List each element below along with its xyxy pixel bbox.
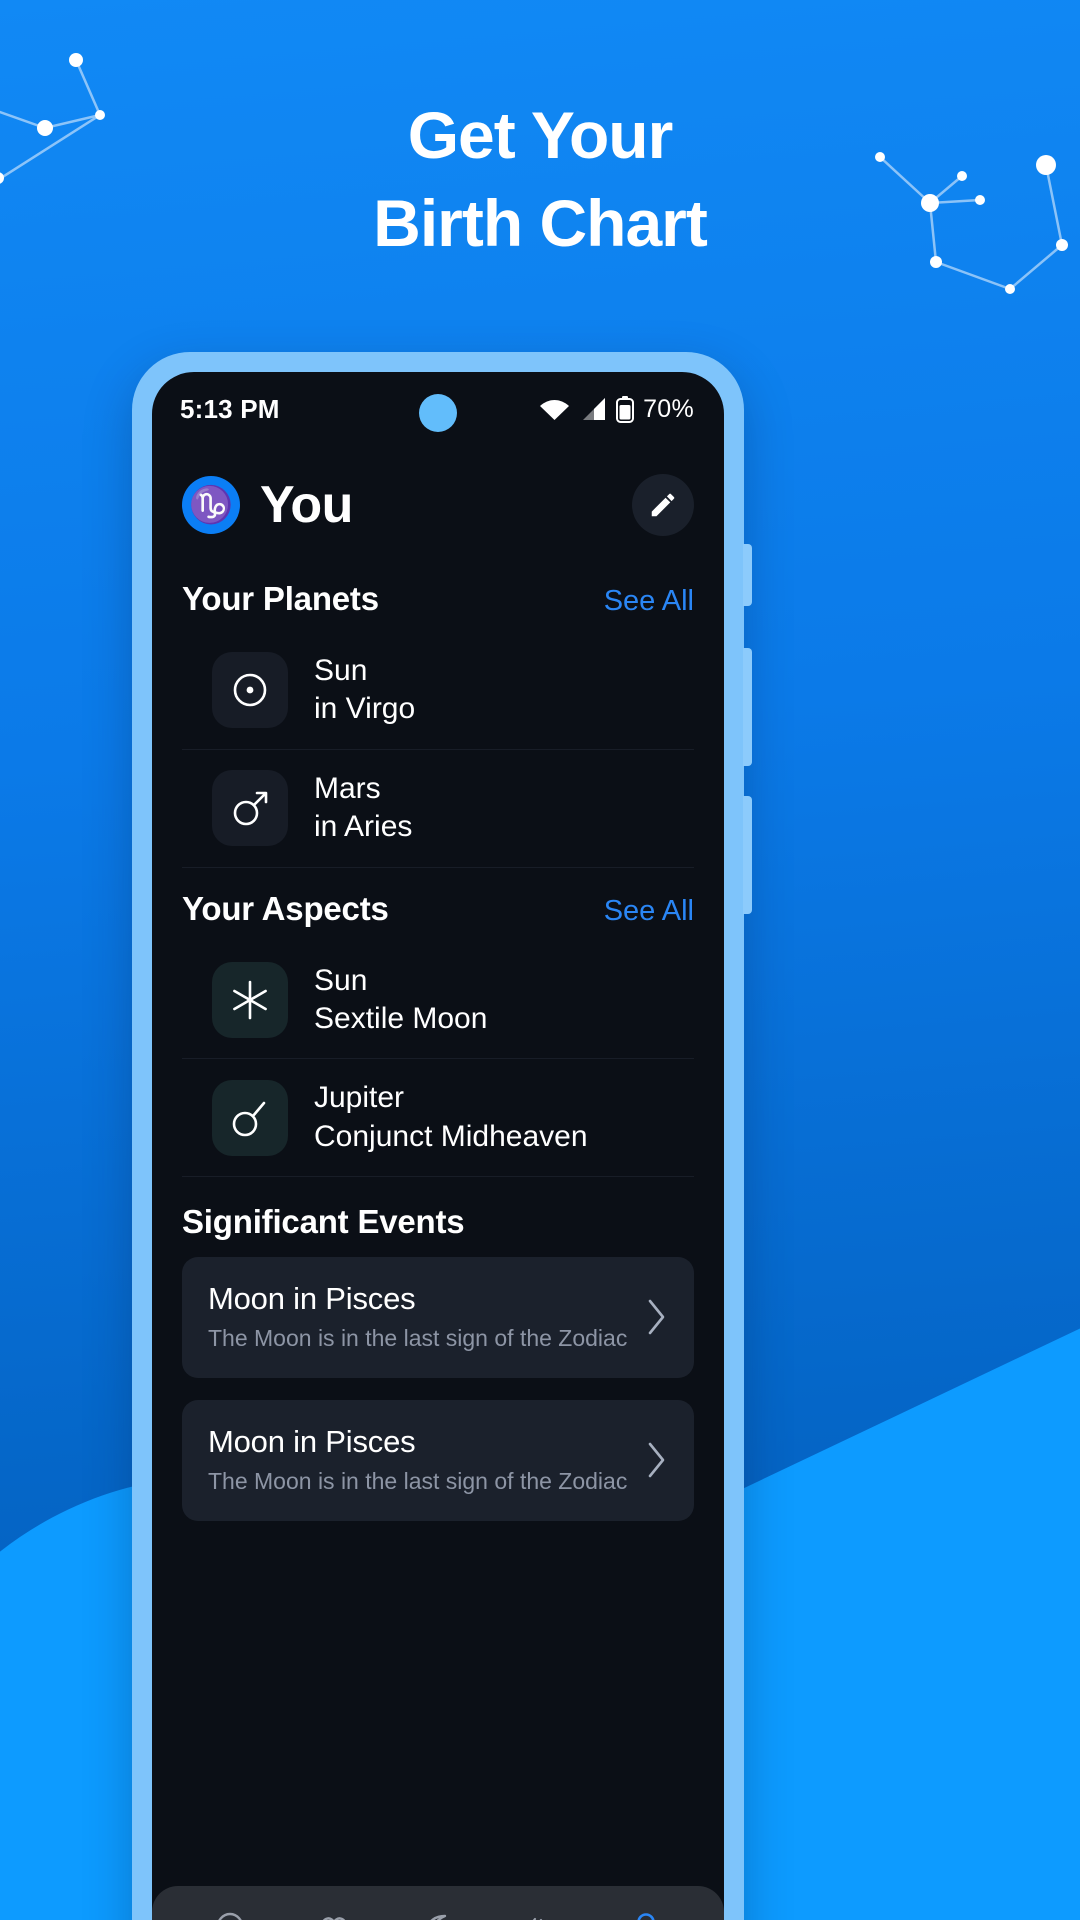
aspects-section-title: Your Aspects [182, 889, 389, 927]
status-bar-time: 5:13 PM [180, 393, 280, 424]
edit-profile-button[interactable] [632, 474, 694, 536]
mars-icon [233, 791, 268, 826]
heart-icon [322, 1917, 346, 1920]
wifi-icon [540, 400, 570, 420]
planet-row-text: Sun in Virgo [314, 652, 415, 729]
planet-sign: in Aries [314, 810, 413, 844]
event-card-texts: Moon in Pisces The Moon is in the last s… [208, 1424, 632, 1495]
planets-section-title: Your Planets [182, 580, 379, 617]
status-bar: 5:13 PM 70% [152, 372, 724, 446]
events-section-title: Significant Events [182, 1203, 465, 1241]
chevron-right-icon [648, 1299, 665, 1334]
battery-icon [616, 395, 635, 423]
phone-mockup: 5:13 PM 70% ♑ You Your Planets See All S… [132, 352, 752, 1920]
conjunct-icon [232, 1101, 266, 1137]
planet-icon-tile [212, 652, 288, 729]
person-icon [637, 1913, 655, 1920]
aspect-row[interactable]: Jupiter Conjunct Midheaven [182, 1059, 694, 1178]
aspect-row-text: Sun Sextile Moon [314, 962, 487, 1039]
aspect-row[interactable]: Sun Sextile Moon [182, 942, 694, 1060]
planet-icon-tile [212, 770, 288, 847]
event-subtitle: The Moon is in the last sign of the Zodi… [208, 1325, 628, 1352]
fingerprint-icon [532, 1917, 548, 1920]
planet-sign: in Virgo [314, 692, 416, 726]
battery-percentage: 70% [643, 394, 694, 423]
pencil-icon [651, 493, 675, 517]
app-content: ♑ You Your Planets See All Sun in Virgo … [152, 446, 724, 1920]
profile-header: ♑ You [152, 446, 724, 558]
event-card[interactable]: Moon in Pisces The Moon is in the last s… [182, 1400, 694, 1522]
sun-circle-icon [218, 1912, 242, 1920]
nav-item-compatibility[interactable] [282, 1908, 386, 1920]
cellular-signal-icon [583, 398, 606, 420]
phone-side-button-volume[interactable] [743, 648, 752, 766]
aspect-planet: Jupiter [314, 1081, 405, 1115]
phone-side-button-power[interactable] [743, 796, 752, 914]
planet-row[interactable]: Mars in Aries [182, 750, 694, 868]
planet-row-text: Mars in Aries [314, 770, 412, 847]
event-subtitle: The Moon is in the last sign of the Zodi… [208, 1468, 628, 1495]
status-bar-icons: 70% [539, 395, 694, 424]
event-title: Moon in Pisces [208, 1281, 416, 1317]
aspects-section-header: Your Aspects See All [152, 868, 724, 942]
phone-side-button-mute[interactable] [743, 544, 752, 606]
aspect-icon-tile [212, 1079, 288, 1156]
front-camera-punch-hole [419, 394, 457, 432]
capricorn-icon: ♑ [188, 484, 234, 525]
planet-row[interactable]: Sun in Virgo [182, 632, 694, 750]
aspect-icon-tile [212, 961, 288, 1038]
planets-see-all-link[interactable]: See All [604, 585, 694, 618]
page-title: You [260, 476, 353, 534]
planet-name: Sun [314, 654, 368, 687]
event-title: Moon in Pisces [208, 1424, 416, 1460]
nav-item-moon[interactable] [386, 1908, 490, 1920]
aspect-planet: Sun [314, 963, 368, 997]
nav-item-profile[interactable] [594, 1908, 698, 1920]
event-card-texts: Moon in Pisces The Moon is in the last s… [208, 1281, 632, 1352]
aspect-description: Conjunct Midheaven [314, 1119, 588, 1153]
planet-name: Mars [314, 771, 381, 805]
planets-section-header: Your Planets See All [152, 558, 724, 632]
sun-icon [233, 674, 267, 707]
nav-item-fingerprint[interactable] [490, 1908, 594, 1920]
bottom-navigation-bar [152, 1886, 724, 1920]
headline-line-2: Birth Chart [373, 185, 708, 260]
zodiac-badge[interactable]: ♑ [182, 476, 240, 534]
aspects-see-all-link[interactable]: See All [604, 895, 694, 928]
nav-item-today[interactable] [178, 1908, 282, 1920]
aspect-row-text: Jupiter Conjunct Midheaven [314, 1079, 588, 1156]
chevron-right-icon [648, 1442, 665, 1477]
promo-headline: Get Your Birth Chart [0, 92, 1080, 268]
events-section-header: Significant Events [152, 1177, 724, 1257]
phone-screen: 5:13 PM 70% ♑ You Your Planets See All S… [152, 372, 724, 1920]
sextile-icon [233, 980, 267, 1020]
event-card[interactable]: Moon in Pisces The Moon is in the last s… [182, 1257, 694, 1379]
headline-line-1: Get Your [407, 98, 674, 172]
aspect-description: Sextile Moon [314, 1001, 488, 1035]
moon-icon [430, 1914, 447, 1920]
